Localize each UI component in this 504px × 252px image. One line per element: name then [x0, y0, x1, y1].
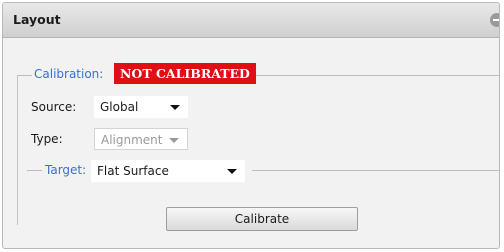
calibration-group-line-left — [17, 75, 32, 76]
calibration-status-badge: NOT CALIBRATED — [114, 63, 256, 84]
caret-down-icon — [227, 169, 237, 174]
panel-title: Layout — [13, 12, 61, 27]
caret-down-icon — [170, 105, 180, 110]
source-value: Global — [100, 100, 139, 114]
layout-panel: Layout Calibration: NOT CALIBRATED Sourc… — [2, 2, 500, 249]
type-label: Type: — [31, 132, 63, 146]
minus-circle-icon[interactable] — [490, 13, 499, 27]
target-value: Flat Surface — [97, 164, 169, 178]
panel-titlebar: Layout — [3, 3, 499, 38]
source-dropdown[interactable]: Global — [94, 96, 188, 118]
caret-down-icon — [169, 138, 179, 143]
source-label: Source: — [31, 100, 77, 114]
calibrate-button[interactable]: Calibrate — [166, 207, 358, 231]
calibration-group-border-left — [17, 75, 18, 225]
calibration-group-line-right — [256, 75, 499, 76]
calibration-legend: Calibration: — [34, 67, 104, 81]
target-group-line-right — [252, 170, 499, 171]
target-dropdown[interactable]: Flat Surface — [91, 160, 245, 182]
type-value: Alignment — [101, 133, 163, 147]
type-dropdown: Alignment — [94, 128, 188, 150]
target-legend: Target: — [45, 163, 87, 177]
target-group-line-left — [27, 170, 42, 171]
